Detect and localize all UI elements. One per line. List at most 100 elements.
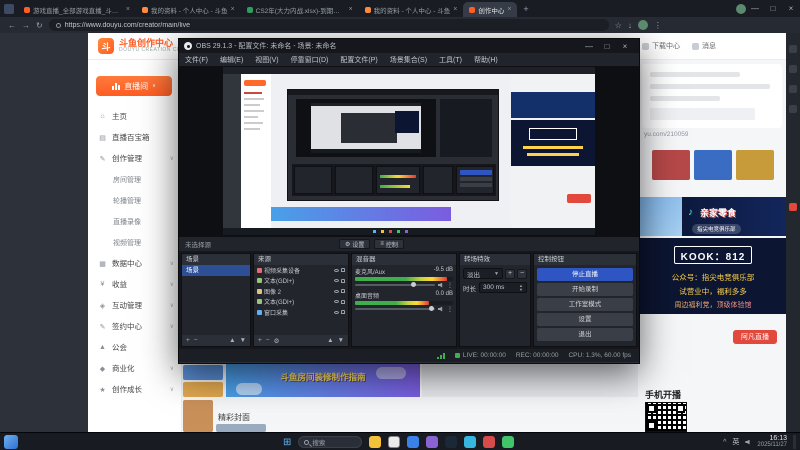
- browser-tab[interactable]: 我的资料 - 个人中心 - 斗鱼 ×: [359, 2, 464, 17]
- move-up-icon[interactable]: ▲: [229, 337, 235, 344]
- spinner-arrows-icon[interactable]: ▲ ▼: [519, 283, 523, 292]
- lock-icon[interactable]: [341, 289, 345, 294]
- start-button[interactable]: ⊞: [283, 437, 291, 448]
- tab-close-icon[interactable]: ×: [126, 6, 130, 13]
- app-icon-app3[interactable]: [483, 436, 496, 448]
- add-icon[interactable]: +: [186, 337, 190, 344]
- download-icon[interactable]: ↓: [628, 21, 632, 30]
- decor-banner[interactable]: 斗鱼房间装修制作指南: [226, 363, 420, 397]
- live-badge-button[interactable]: 阿凡直播: [733, 330, 777, 344]
- sidebar-item-interaction[interactable]: ◈ 互动管理 ∨: [88, 295, 182, 316]
- volume-icon[interactable]: [745, 439, 750, 445]
- source-props-gear-icon[interactable]: ⚙: [274, 337, 280, 345]
- menu-scene-collection[interactable]: 场景集合(S): [384, 55, 433, 65]
- app-icon-edge[interactable]: [407, 436, 420, 448]
- app-icon-app2[interactable]: [464, 436, 477, 448]
- room-link[interactable]: yu.com/210059: [644, 131, 688, 138]
- douyu-logo-icon[interactable]: 斗: [98, 38, 114, 54]
- scene-item-selected[interactable]: 场景: [182, 265, 250, 276]
- live-room-button[interactable]: 直播间 ∨: [96, 76, 172, 96]
- browser-tab[interactable]: 游戏直播_全部游戏直播_斗鱼直播 ×: [18, 2, 136, 17]
- sidebar-item-creation[interactable]: ✎ 创作管理 ∨: [88, 148, 182, 169]
- add-icon[interactable]: +: [258, 337, 262, 344]
- panel-icon[interactable]: [789, 105, 797, 113]
- settings-button[interactable]: 设置: [537, 313, 633, 326]
- close-icon[interactable]: ×: [782, 4, 800, 13]
- panel-icon[interactable]: [789, 65, 797, 73]
- source-row[interactable]: 窗口采集: [254, 307, 348, 318]
- lock-icon[interactable]: [341, 268, 345, 273]
- obs-minimize-icon[interactable]: —: [580, 42, 598, 51]
- transition-select[interactable]: 淡出 ▼: [463, 268, 503, 279]
- weather-widget-icon[interactable]: [4, 435, 18, 449]
- menu-tools[interactable]: 工具(T): [433, 55, 468, 65]
- message-button[interactable]: 消息: [692, 41, 716, 51]
- source-row[interactable]: 视频采集设备: [254, 265, 348, 276]
- tray-expand-icon[interactable]: ^: [723, 439, 726, 446]
- profile-avatar[interactable]: [637, 20, 648, 30]
- panel-icon[interactable]: [789, 85, 797, 93]
- start-recording-button[interactable]: 开始录制: [537, 283, 633, 296]
- move-up-icon[interactable]: ▲: [327, 337, 333, 344]
- menu-icon[interactable]: ⋮: [654, 21, 662, 30]
- menu-profile[interactable]: 配置文件(P): [334, 55, 383, 65]
- lock-icon[interactable]: [341, 310, 345, 315]
- speaker-icon[interactable]: [438, 306, 443, 312]
- obs-preview-area[interactable]: [179, 66, 639, 237]
- remove-transition-icon[interactable]: −: [517, 268, 527, 279]
- download-center-button[interactable]: 下载中心: [642, 41, 680, 51]
- snack-banner[interactable]: ♪ 亲家零食 指尖电竞俱乐部: [640, 197, 786, 236]
- remove-icon[interactable]: −: [194, 337, 198, 344]
- menu-view[interactable]: 视图(V): [249, 55, 284, 65]
- content-thumbnail[interactable]: [694, 150, 732, 180]
- sidebar-item-growth[interactable]: ★ 创作成长 ∨: [88, 379, 182, 400]
- lock-icon[interactable]: [341, 299, 345, 304]
- sidebar-item-guild[interactable]: ▲ 公会: [88, 337, 182, 358]
- content-thumbnail[interactable]: [652, 150, 690, 180]
- kook-banner[interactable]: KOOK：812 公众号：指尖电竞俱乐部 试营业中，福利多多 周边福利党，顶级体…: [640, 238, 786, 314]
- add-transition-icon[interactable]: +: [505, 268, 515, 279]
- source-row[interactable]: 图像 2: [254, 286, 348, 297]
- channel-menu-icon[interactable]: ⋮: [447, 282, 453, 289]
- panel-icon[interactable]: [789, 45, 797, 53]
- tab-close-icon[interactable]: ×: [349, 6, 353, 13]
- app-icon-browser[interactable]: [388, 436, 401, 448]
- browser-profile-avatar[interactable]: [736, 3, 746, 14]
- browser-tab[interactable]: 我的资料 - 个人中心 - 斗鱼 ×: [136, 2, 241, 17]
- app-icon-app1[interactable]: [426, 436, 439, 448]
- menu-file[interactable]: 文件(F): [179, 55, 214, 65]
- show-desktop-button[interactable]: [793, 435, 796, 449]
- sidebar-item-video-mgmt[interactable]: 视频管理: [88, 232, 182, 253]
- scenes-list[interactable]: 场景: [182, 265, 250, 335]
- move-down-icon[interactable]: ▼: [240, 337, 246, 344]
- sidebar-item-live-record[interactable]: 直播录像: [88, 211, 182, 232]
- sidebar-item-commerce[interactable]: ◆ 商业化 ∨: [88, 358, 182, 379]
- browser-tab[interactable]: CS2年(大力内战.xlsx)-到期图xls ×: [241, 2, 359, 17]
- duration-spinner[interactable]: 300 ms ▲ ▼: [479, 282, 527, 293]
- back-icon[interactable]: ←: [8, 21, 16, 30]
- sidebar-item-room-mgmt[interactable]: 房间管理: [88, 169, 182, 190]
- obs-title-bar[interactable]: OBS 29.1.3 - 配置文件: 未命名 - 场景: 未命名 — □ ×: [179, 39, 639, 53]
- studio-mode-button[interactable]: 工作室模式: [537, 298, 633, 311]
- tab-close-icon[interactable]: ×: [231, 6, 235, 13]
- sidebar-item-carousel-mgmt[interactable]: 轮播管理: [88, 190, 182, 211]
- visibility-eye-icon[interactable]: [334, 300, 339, 304]
- taskbar-clock[interactable]: 16:13 2025/11/27: [757, 435, 787, 449]
- slider-knob[interactable]: [428, 306, 434, 311]
- sidebar-item-home[interactable]: ⌂ 主页: [88, 106, 182, 127]
- bottom-thumbnail[interactable]: [183, 365, 223, 380]
- exit-button[interactable]: 退出: [537, 328, 633, 341]
- slider-knob[interactable]: [411, 282, 416, 287]
- address-input[interactable]: https://www.douyu.com/creator/main/live: [48, 19, 609, 31]
- move-down-icon[interactable]: ▼: [338, 337, 344, 344]
- visibility-eye-icon[interactable]: [334, 268, 339, 272]
- bottom-thumbnail[interactable]: [183, 382, 223, 397]
- bookmark-icon[interactable]: ☆: [615, 21, 622, 30]
- source-row[interactable]: 文本(GDI+): [254, 276, 348, 287]
- forward-icon[interactable]: →: [22, 21, 30, 30]
- sidebar-item-toolbox[interactable]: ▤ 直播百宝箱: [88, 127, 182, 148]
- cover-thumbnail[interactable]: [183, 400, 213, 432]
- source-row[interactable]: 文本(GDI+): [254, 297, 348, 308]
- stop-streaming-button[interactable]: 停止直播: [537, 268, 633, 281]
- cover-thumbnail[interactable]: [216, 424, 266, 432]
